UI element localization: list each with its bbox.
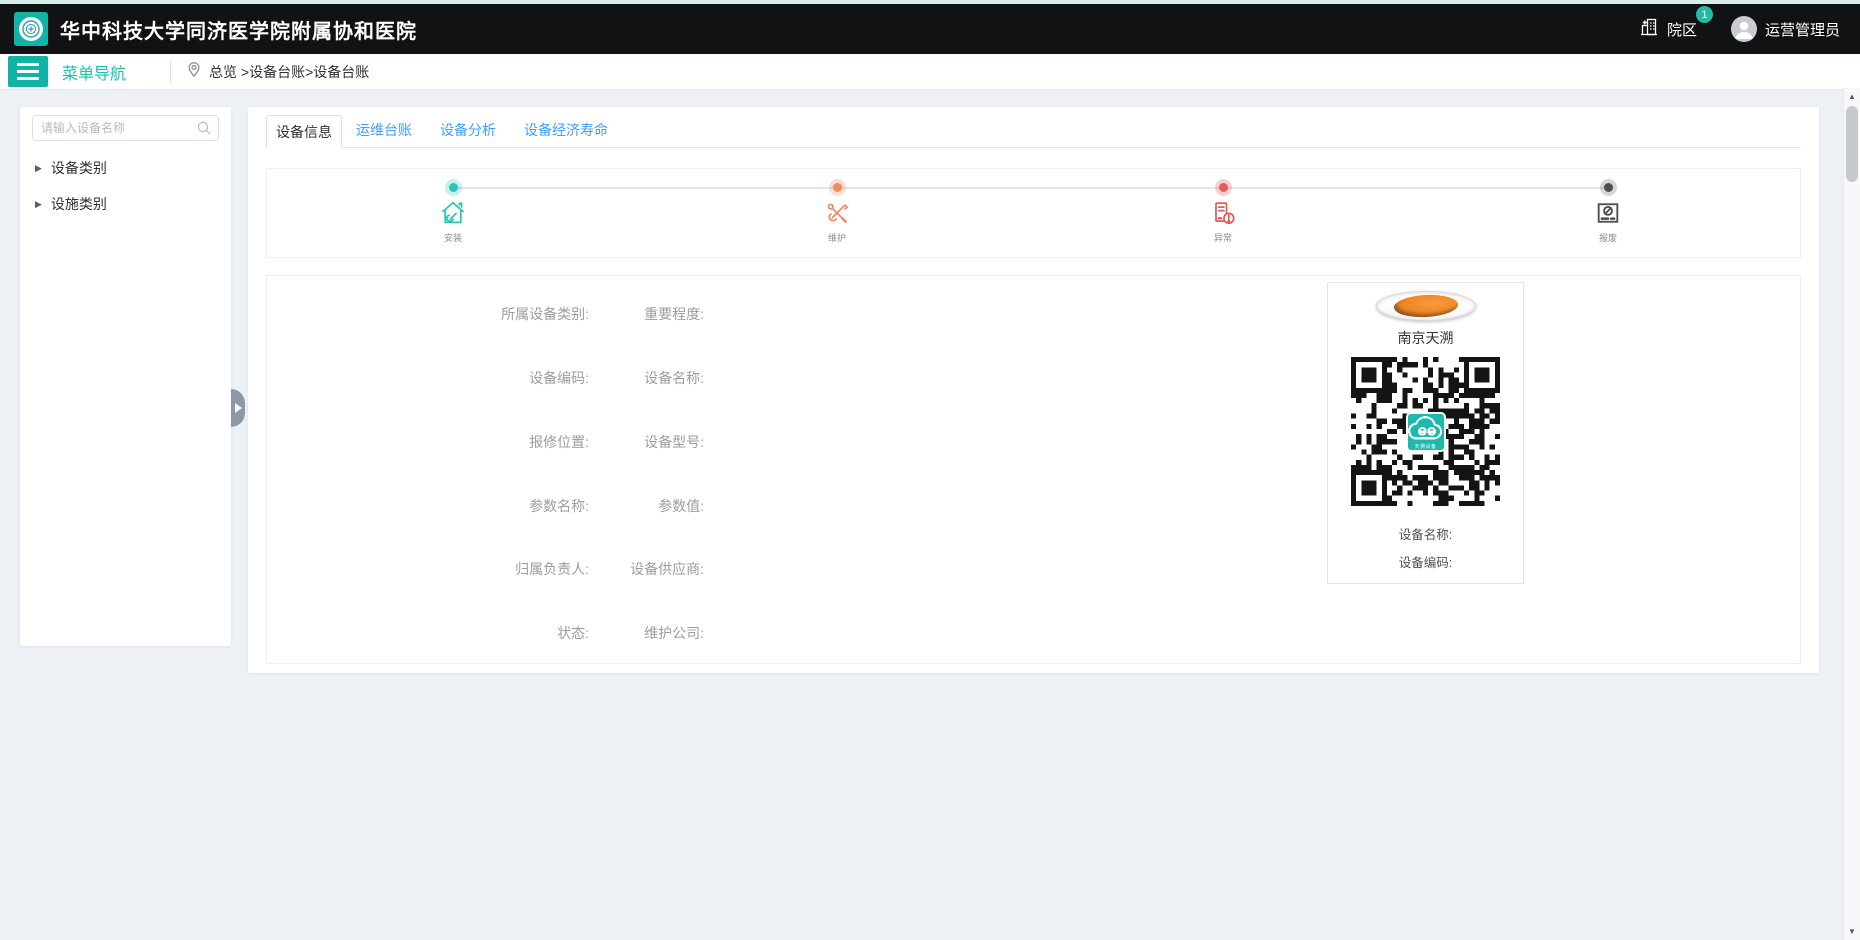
divider (170, 61, 171, 83)
breadcrumb: 总览 >设备台账>设备台账 (209, 62, 369, 82)
triangle-right-icon (235, 403, 242, 413)
sidebar: ▶ 设备类别 ▶ 设施类别 (20, 107, 231, 646)
tab-device-analysis[interactable]: 设备分析 (426, 114, 510, 147)
form-label: 设备名称: (589, 368, 704, 388)
campus-switcher[interactable]: 院区 1 (1638, 16, 1697, 42)
form-row: 报修位置: 设备型号: (267, 432, 727, 452)
monitor-ban-icon (1594, 199, 1622, 227)
page-scrollbar[interactable]: ▲ ▼ (1843, 88, 1860, 940)
chevron-right-icon: ▶ (35, 200, 42, 209)
form-label: 参数值: (589, 496, 704, 516)
qr-panel: 南京天溯 天溯设备 设备名称: 设备编码: (1327, 282, 1524, 584)
timeline-dot (1219, 183, 1228, 192)
device-detail-panel: 所属设备类别: 重要程度: 设备编码: 设备名称: 报修位置: 设备型号: 参数… (266, 275, 1801, 664)
tree-item-facility-category[interactable]: ▶ 设施类别 (20, 193, 231, 215)
qr-device-name-label: 设备名称: (1399, 524, 1452, 543)
hospital-logo-icon (14, 12, 48, 46)
campus-label: 院区 (1667, 19, 1697, 40)
form-label: 设备供应商: (589, 559, 704, 579)
tiansu-cloud-icon: 天溯设备 (1406, 412, 1446, 452)
tree-item-label: 设施类别 (51, 194, 107, 214)
vendor-logo (1376, 291, 1476, 321)
scroll-up-button[interactable]: ▲ (1844, 88, 1860, 105)
tree-item-label: 设备类别 (51, 158, 107, 178)
sidebar-collapse-handle[interactable] (231, 389, 245, 427)
form-label: 所属设备类别: (267, 304, 589, 324)
vendor-name: 南京天溯 (1398, 328, 1454, 348)
nav-bar: 菜单导航 总览 >设备台账>设备台账 (0, 54, 1860, 90)
tabs-bar: 设备信息 运维台账 设备分析 设备经济寿命 (266, 114, 1801, 148)
form-row: 所属设备类别: 重要程度: (267, 304, 727, 324)
house-wrench-icon (439, 199, 467, 227)
form-label: 设备编码: (267, 368, 589, 388)
timeline-dot (449, 183, 458, 192)
menu-toggle-button[interactable] (8, 56, 48, 87)
timeline-line (453, 187, 1608, 189)
building-icon (1638, 16, 1660, 42)
device-search (32, 115, 219, 141)
form-label: 重要程度: (589, 304, 704, 324)
tree-item-device-category[interactable]: ▶ 设备类别 (20, 157, 231, 179)
form-label: 归属负责人: (267, 559, 589, 579)
timeline-label: 维护 (795, 231, 879, 244)
device-qr-code: 天溯设备 (1351, 357, 1500, 506)
user-name: 运营管理员 (1765, 19, 1840, 40)
main-panel: 设备信息 运维台账 设备分析 设备经济寿命 安装 (248, 107, 1819, 673)
scroll-down-button[interactable]: ▼ (1844, 923, 1860, 940)
search-icon[interactable] (196, 120, 212, 141)
server-alert-icon (1209, 199, 1237, 227)
form-label: 设备型号: (589, 432, 704, 452)
crossed-tools-icon (823, 199, 851, 227)
lifecycle-timeline: 安装 维护 (266, 168, 1801, 258)
timeline-dot (1604, 183, 1613, 192)
page-title: 华中科技大学同济医学院附属协和医院 (60, 15, 417, 44)
app-header: 华中科技大学同济医学院附属协和医院 院区 1 (0, 4, 1860, 54)
tab-ops-ledger[interactable]: 运维台账 (342, 114, 426, 147)
form-label: 参数名称: (267, 496, 589, 516)
timeline-dot (833, 183, 842, 192)
form-row: 参数名称: 参数值: (267, 496, 727, 516)
scrollbar-thumb[interactable] (1846, 106, 1858, 182)
form-row: 设备编码: 设备名称: (267, 368, 727, 388)
tab-device-info[interactable]: 设备信息 (266, 115, 342, 148)
chevron-right-icon: ▶ (35, 164, 42, 173)
app-root: 华中科技大学同济医学院附属协和医院 院区 1 (0, 0, 1860, 940)
user-menu[interactable]: 运营管理员 (1731, 16, 1840, 42)
form-label: 状态: (267, 623, 589, 643)
menu-nav-label[interactable]: 菜单导航 (62, 60, 126, 84)
timeline-label: 异常 (1181, 231, 1265, 244)
form-label: 报修位置: (267, 432, 589, 452)
search-input[interactable] (32, 115, 219, 141)
qr-device-code-label: 设备编码: (1399, 552, 1452, 571)
qr-center-label: 天溯设备 (1414, 443, 1436, 450)
timeline-label: 安装 (411, 231, 495, 244)
timeline-label: 报废 (1566, 231, 1650, 244)
form-label: 维护公司: (589, 623, 704, 643)
location-pin-icon (185, 60, 203, 83)
form-row: 归属负责人: 设备供应商: (267, 559, 727, 579)
tab-economic-life[interactable]: 设备经济寿命 (510, 114, 622, 147)
campus-badge: 1 (1696, 6, 1713, 23)
form-row: 状态: 维护公司: (267, 623, 727, 643)
avatar (1731, 16, 1757, 42)
